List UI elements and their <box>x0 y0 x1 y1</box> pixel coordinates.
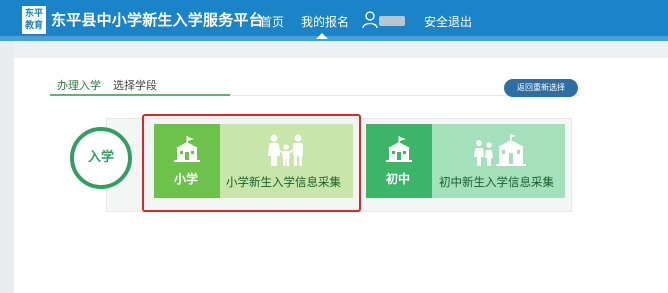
enroll-circle: 入学 <box>70 127 132 189</box>
nav-active-indicator <box>316 33 328 39</box>
middle-card-short-label: 初中 <box>386 172 411 186</box>
tab-enroll[interactable]: 办理入学 <box>57 77 101 93</box>
user-name-redacted <box>379 16 405 26</box>
tab-select-stage[interactable]: 选择学段 <box>113 77 157 93</box>
top-nav-band <box>0 36 668 41</box>
nav-logout[interactable]: 安全退出 <box>424 13 472 30</box>
nav-my-registration[interactable]: 我的报名 <box>301 13 349 30</box>
site-logo[interactable]: 东平 教育 <box>22 6 46 34</box>
nav-home[interactable]: 首页 <box>260 13 284 30</box>
site-title: 东平县中小学新生入学服务平台 <box>51 11 264 29</box>
school-icon <box>386 136 412 162</box>
tab-active-underline <box>50 94 230 96</box>
reset-selection-button[interactable]: 返回重新选择 <box>504 79 578 97</box>
logo-text: 东平 教育 <box>24 9 43 31</box>
left-margin <box>0 41 14 293</box>
enroll-circle-label: 入学 <box>87 150 114 165</box>
students-icon <box>474 134 526 166</box>
user-icon[interactable] <box>362 11 378 29</box>
selection-highlight-frame <box>142 114 361 212</box>
middle-card-long-label: 初中新生入学信息采集 <box>439 175 554 189</box>
